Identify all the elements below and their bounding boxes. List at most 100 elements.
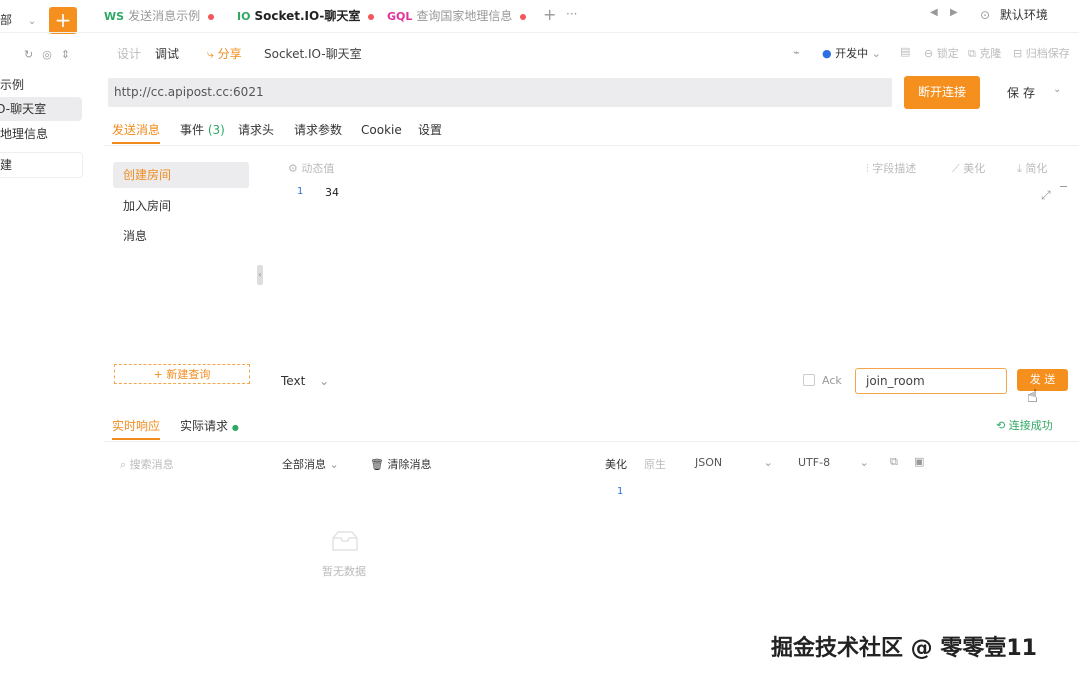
lock-icon: ⊖ [924,47,934,60]
chevron-down-icon: ⌄ [763,456,773,469]
tab-ws[interactable]: WS 发送消息示例 [104,6,215,26]
status-dropdown[interactable]: ● 开发中 ⌄ [822,45,881,61]
io-protocol-icon: IO [237,10,251,23]
ack-label: Ack [822,374,842,387]
add-tab-button[interactable]: + [543,5,556,24]
copy-icon[interactable]: ⧉ [890,455,898,469]
sidebar: 全部 ⌄ + ↻◎⇕ 示例 O-聊天室 地理信息 建 [0,0,84,681]
clear-messages-button[interactable]: 🗑 清除消息 [370,456,431,472]
filter-dropdown[interactable]: 全部 ⌄ [0,10,36,30]
search-placeholder: 搜索消息 [129,458,174,471]
hand-cursor-icon: ☝ [1027,386,1038,407]
add-button[interactable]: + [49,7,77,34]
dynamic-value-button[interactable]: ⚙ 动态值 [288,160,334,176]
message-filter-select[interactable]: 全部消息 ⌄ [282,456,339,472]
doc-icon[interactable]: ▤ [900,45,910,58]
sidebar-item[interactable]: 地理信息 [0,122,82,146]
clone-button[interactable]: ⧉ 克隆 [968,45,1001,61]
sidebar-item-label: 地理信息 [0,127,49,141]
save-button[interactable]: 保存 [1007,84,1039,101]
resp-format-select[interactable]: JSON ⌄ [695,456,773,469]
tab-actual-request[interactable]: 实际请求 ● [180,417,239,434]
prev-tab-icon[interactable]: ◀ [930,7,938,18]
event-item-message[interactable]: 消息 [113,223,249,249]
tab-params[interactable]: 请求参数 [294,120,342,140]
field-desc-label: 字段描述 [872,162,917,175]
sidebar-item-label: 示例 [0,78,25,92]
tab-send-message[interactable]: 发送消息 [112,120,160,140]
collapse-handle[interactable]: ‹ [257,265,263,285]
dynamic-icon: ⚙ [288,162,298,175]
sidebar-tool-icons: ↻◎⇕ [24,48,79,61]
clone-label: 克隆 [979,47,1002,60]
status-label: 开发中 [835,47,869,60]
tab-events-label: 事件 [180,123,205,137]
search-icon: ⌕ [120,458,127,471]
share-icon: ⤷ [207,47,214,61]
lock-button[interactable]: ⊖ 锁定 [924,45,959,61]
design-tab[interactable]: 设计 [117,45,141,62]
env-selector[interactable]: ⊙ 默认环境 [980,6,1048,24]
chevron-down-icon: ⌄ [319,374,330,388]
save-icon[interactable]: ▣ [914,455,924,468]
resp-raw-tab[interactable]: 原生 [644,456,666,472]
line-number: 1 [297,186,304,197]
save-label: 保存 [1007,86,1040,100]
search-messages[interactable]: ⌕ 搜索消息 [120,456,174,472]
refresh-icon[interactable]: ↻ [24,48,42,61]
link-icon: ⟲ [996,419,1006,432]
resp-beautify-tab[interactable]: 美化 [605,456,627,472]
simplify-button[interactable]: ⤓ 简化 [1017,160,1047,176]
tab-settings[interactable]: 设置 [418,120,442,140]
tab-events[interactable]: 事件 (3) [180,120,225,140]
more-tabs-icon[interactable]: ··· [566,7,577,21]
response-divider [104,441,1079,442]
event-name-input[interactable]: join_room [855,368,1007,394]
disconnect-button[interactable]: 断开连接 [904,76,980,109]
expand-icon[interactable]: ⤢ [1041,188,1051,203]
message-filter-label: 全部消息 [282,458,326,471]
new-event-button[interactable]: + 新建查询 [114,364,250,384]
resp-encoding-select[interactable]: UTF-8 ⌄ [798,456,869,469]
ws-protocol-icon: WS [104,10,125,23]
sidebar-item[interactable]: 示例 [0,73,82,97]
sort-icon[interactable]: ⇕ [61,48,79,61]
filter-label: 全部 [0,13,13,27]
tab-label: 查询国家地理信息 [416,9,513,23]
env-icon: ⊙ [980,8,991,22]
event-item-create-room[interactable]: 创建房间 [113,162,249,188]
request-title[interactable]: Socket.IO-聊天室 [264,45,362,62]
send-button[interactable]: 发 送 [1017,369,1068,391]
tab-cookie[interactable]: Cookie [361,120,402,140]
sidebar-item-active[interactable]: O-聊天室 [0,97,82,121]
tabs-divider [0,32,1079,33]
unsaved-dot [520,13,527,20]
format-select[interactable]: Text ⌄ [281,374,329,388]
editor-content[interactable]: 34 [325,186,339,199]
tab-realtime-response[interactable]: 实时响应 [112,417,160,434]
target-icon[interactable]: ◎ [42,48,61,61]
events-count-badge: (3) [207,123,225,137]
status-dot: ● [231,423,239,432]
tab-socketio[interactable]: IO Socket.IO-聊天室 [237,6,375,26]
beautify-button[interactable]: ⟋ 美化 [952,160,985,176]
event-item-join-room[interactable]: 加入房间 [113,193,249,219]
share-button[interactable]: ⤷ 分享 [207,45,242,62]
broom-icon[interactable]: ⌁ [793,46,800,59]
debug-tab[interactable]: 调试 [155,45,179,62]
ack-checkbox[interactable] [803,374,815,386]
resp-format-label: JSON [695,456,723,469]
sidebar-item[interactable]: 建 [0,152,83,178]
simplify-label: 简化 [1025,162,1048,175]
tab-graphql[interactable]: GQL 查询国家地理信息 [387,6,527,26]
field-desc-button[interactable]: ⫶ 字段描述 [866,160,916,176]
url-input[interactable]: http://cc.apipost.cc:6021 [108,78,892,107]
archive-button[interactable]: ⊟ 归档保存 [1013,45,1070,61]
chevron-down-icon: ⌄ [329,458,339,471]
clear-label: 清除消息 [387,458,432,471]
scroll-marker [1060,186,1067,187]
resp-line-number: 1 [617,486,624,497]
tab-headers[interactable]: 请求头 [238,120,274,140]
save-chevron-down-icon[interactable]: ⌄ [1053,84,1061,95]
next-tab-icon[interactable]: ▶ [950,7,958,18]
